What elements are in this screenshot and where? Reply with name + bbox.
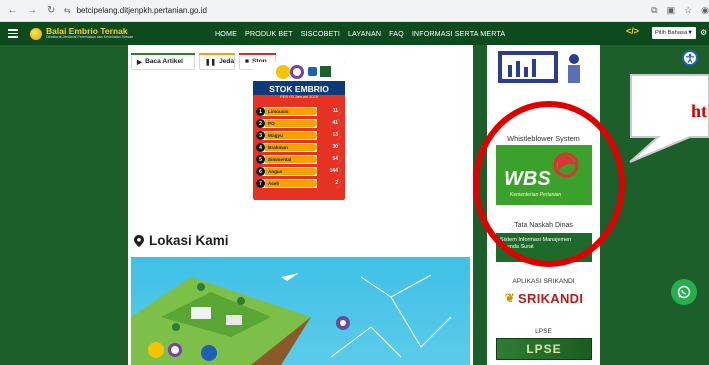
callout-text: ht (691, 101, 708, 121)
annotation-overlay (473, 74, 709, 267)
highlight-circle (473, 101, 625, 267)
